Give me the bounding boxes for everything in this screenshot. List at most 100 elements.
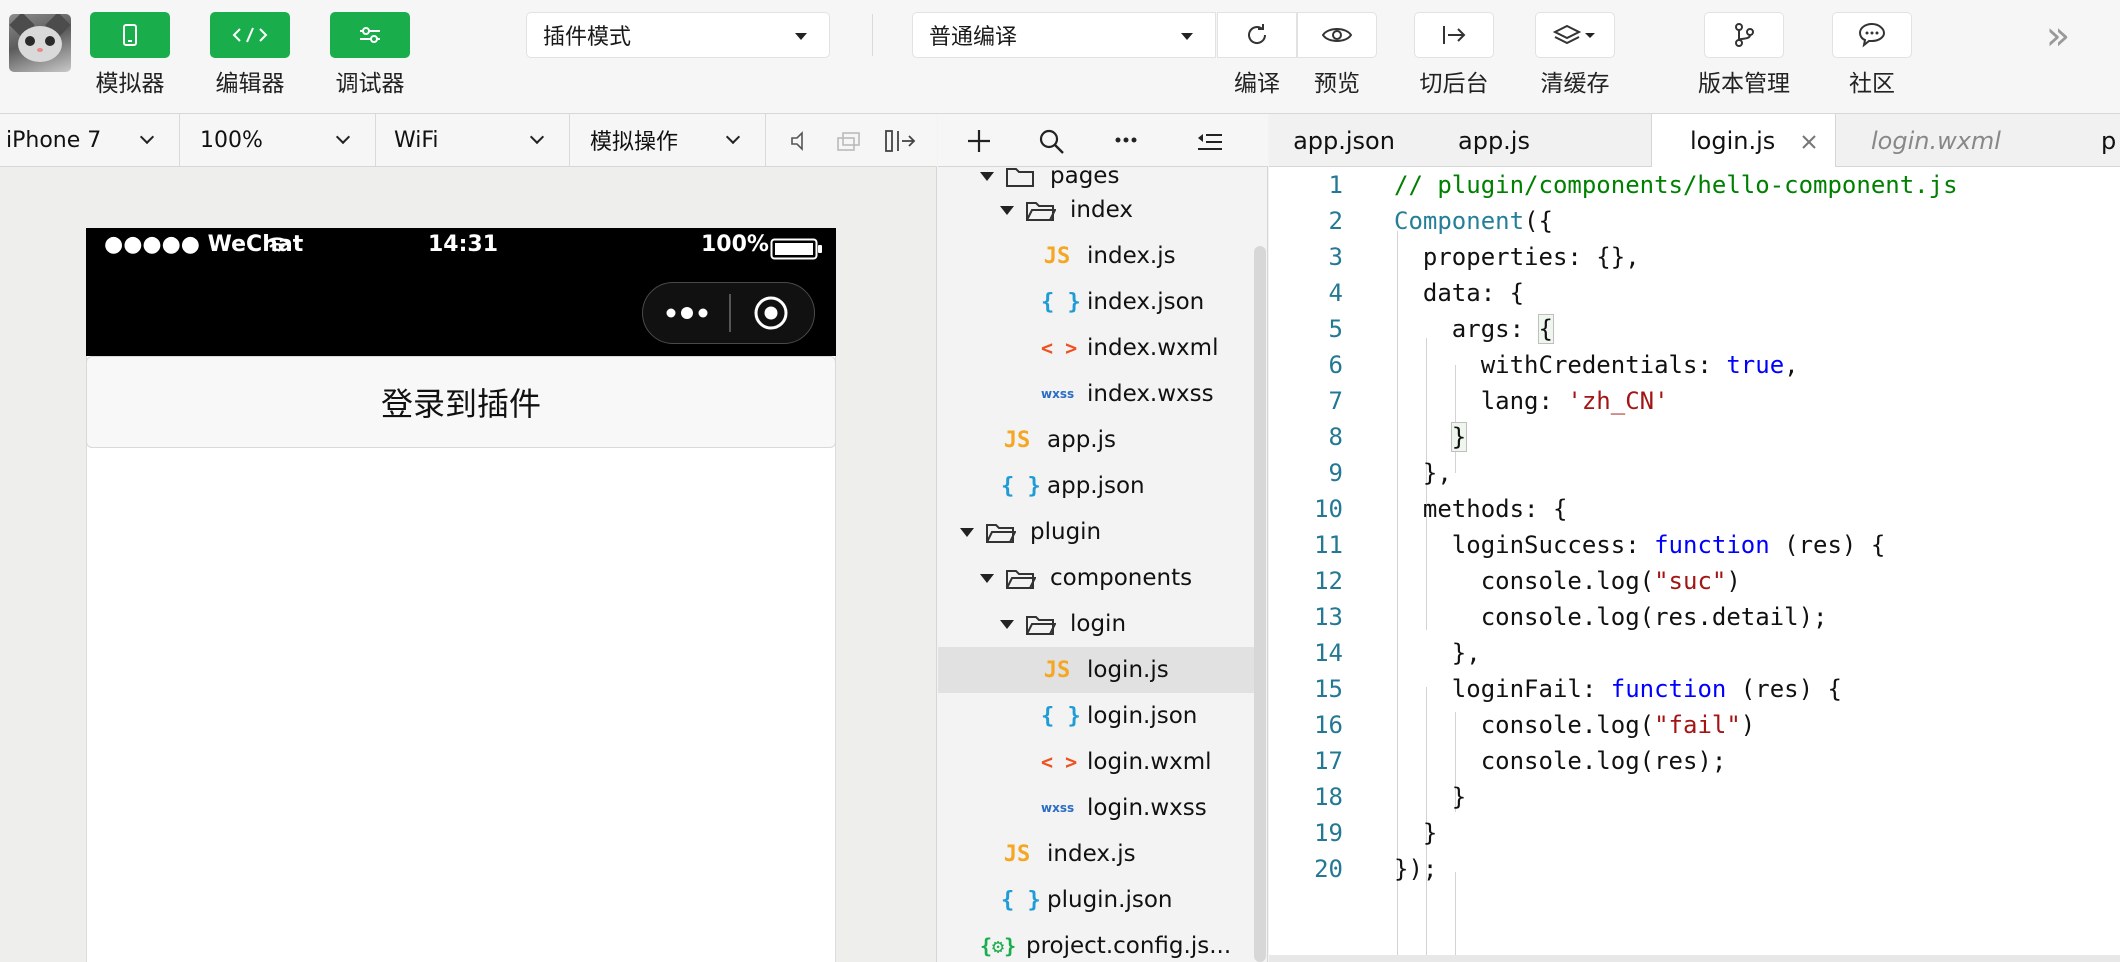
line-number: 11 [1314, 531, 1343, 559]
network-select[interactable]: WiFi [376, 114, 570, 166]
device-select[interactable]: iPhone 7 [0, 114, 180, 166]
tree-file-index-json[interactable]: { } index.json [1041, 279, 1267, 325]
simulate-operation-select[interactable]: 模拟操作 [570, 114, 766, 166]
tab-login-wxml[interactable]: login.wxml [1836, 114, 2036, 167]
background-label: 切后台 [1419, 71, 1489, 97]
code-line: properties: {}, [1394, 243, 1640, 271]
tab-label: p [2101, 126, 2117, 155]
more-options-icon[interactable] [1114, 134, 1138, 146]
editor-tab-bar: app.json app.js login.js login.wxml p [1269, 114, 2120, 168]
code-line: loginFail: function (res) { [1394, 675, 1842, 703]
tab-label: app.json [1293, 126, 1395, 155]
tree-item-label: login.wxss [1087, 795, 1207, 821]
tab-label: login.js [1690, 127, 1776, 155]
tab-login-js-active[interactable]: login.js [1651, 114, 1836, 168]
tab-plugin-partial[interactable]: p [2101, 114, 2120, 167]
more-dots-icon[interactable] [662, 299, 712, 327]
editor-horizontal-scrollbar[interactable] [1269, 955, 2120, 962]
folder-open-icon [1006, 570, 1036, 589]
tree-file-login-wxss[interactable]: wxss login.wxss [1041, 785, 1267, 831]
tree-folder-login[interactable]: login [1000, 601, 1267, 647]
tree-file-plugin-index-js[interactable]: JS index.js [1001, 831, 1267, 877]
code-line: data: { [1394, 279, 1525, 307]
tree-file-index-js[interactable]: JS index.js [1041, 233, 1267, 279]
line-number: 7 [1328, 387, 1343, 415]
detach-window-icon[interactable] [884, 128, 916, 154]
wifi-icon [265, 237, 289, 252]
line-number: 18 [1314, 783, 1343, 811]
tree-file-login-wxml[interactable]: < > login.wxml [1041, 739, 1267, 785]
line-number: 20 [1314, 855, 1343, 883]
tree-file-app-json[interactable]: { } app.json [1001, 463, 1267, 509]
chevron-down-icon [335, 129, 351, 145]
expanded-caret-icon [1000, 619, 1014, 629]
tree-folder-index[interactable]: index [1000, 187, 1267, 233]
compile-mode-select[interactable]: 普通编译 [912, 12, 1216, 58]
close-target-icon[interactable] [752, 294, 790, 332]
editor-toggle-button[interactable] [210, 12, 290, 58]
json-file-icon: { } [1001, 887, 1041, 913]
tree-file-project-config[interactable]: {⚙} project.config.js... [980, 923, 1267, 962]
tree-item-label: index.wxml [1087, 335, 1219, 361]
line-number: 10 [1314, 495, 1343, 523]
version-control-button[interactable] [1704, 12, 1784, 58]
simulator-toggle-button[interactable] [90, 12, 170, 58]
zoom-select[interactable]: 100% [180, 114, 376, 166]
tree-item-label: index.js [1087, 243, 1176, 269]
rotate-device-icon[interactable] [836, 129, 862, 153]
code-line: withCredentials: true, [1394, 351, 1799, 379]
login-to-plugin-button[interactable]: 登录到插件 [86, 356, 836, 448]
tree-file-plugin-json[interactable]: { } plugin.json [1001, 877, 1267, 923]
tree-file-index-wxml[interactable]: < > index.wxml [1041, 325, 1267, 371]
tree-file-login-js-selected[interactable]: JS login.js [938, 647, 1254, 693]
code-line: Component({ [1394, 207, 1553, 235]
tree-folder-plugin[interactable]: plugin [960, 509, 1260, 555]
more-chevrons-icon[interactable]: » [2036, 14, 2080, 58]
simulator-toolbar: iPhone 7 100% WiFi 模拟操作 [0, 114, 937, 167]
preview-button[interactable] [1297, 12, 1377, 58]
tree-folder-components[interactable]: components [980, 555, 1267, 601]
simulator-label: 模拟器 [95, 71, 165, 97]
expanded-caret-icon [980, 171, 994, 181]
mode-select[interactable]: 插件模式 [526, 12, 830, 58]
switch-background-icon [1443, 26, 1466, 44]
add-icon[interactable] [966, 128, 992, 154]
compile-button[interactable] [1217, 12, 1297, 58]
network-select-value: WiFi [394, 127, 439, 153]
mute-speaker-icon[interactable] [788, 129, 808, 153]
wxml-file-icon: < > [1041, 336, 1078, 360]
code-editor[interactable]: 1 2 3 4 5 6 7 8 9 10 11 12 13 14 15 16 17 18 19 20 // plugi… [1269, 167, 2120, 962]
tree-item-label: login.js [1087, 657, 1169, 683]
indent-guide [1455, 872, 1456, 962]
tree-file-index-wxss[interactable]: wxss index.wxss [1041, 371, 1267, 417]
user-avatar[interactable] [9, 14, 71, 72]
debugger-toggle-button[interactable] [330, 12, 410, 58]
tree-item-label: project.config.js... [1026, 933, 1232, 959]
tree-item-label: app.json [1047, 473, 1145, 499]
tree-file-login-json[interactable]: { } login.json [1041, 693, 1267, 739]
community-button[interactable] [1832, 12, 1912, 58]
status-time: 14:31 [428, 232, 499, 257]
version-control-label: 版本管理 [1698, 71, 1790, 97]
debugger-label: 调试器 [335, 71, 405, 97]
clear-cache-button[interactable] [1535, 12, 1615, 58]
code-line: // plugin/components/hello-component.js [1394, 171, 1958, 199]
chevron-down-icon [725, 129, 741, 145]
file-tree-scrollbar[interactable] [1254, 246, 1266, 962]
editor-label: 编辑器 [215, 71, 285, 97]
line-number: 4 [1328, 279, 1343, 307]
simulate-operation-value: 模拟操作 [590, 130, 679, 155]
code-line: }); [1394, 855, 1438, 883]
collapse-all-icon[interactable] [1196, 131, 1224, 153]
line-number: 3 [1328, 243, 1343, 271]
toolbar-divider [872, 14, 873, 56]
tab-app-json[interactable]: app.json [1269, 114, 1419, 167]
line-number: 8 [1328, 423, 1343, 451]
line-number: 2 [1328, 207, 1343, 235]
close-tab-icon[interactable] [1801, 134, 1817, 150]
search-icon[interactable] [1038, 128, 1066, 156]
background-button[interactable] [1414, 12, 1494, 58]
tree-file-app-js[interactable]: JS app.js [1001, 417, 1267, 463]
folder-open-icon [986, 524, 1016, 543]
tab-app-js[interactable]: app.js [1419, 114, 1569, 167]
